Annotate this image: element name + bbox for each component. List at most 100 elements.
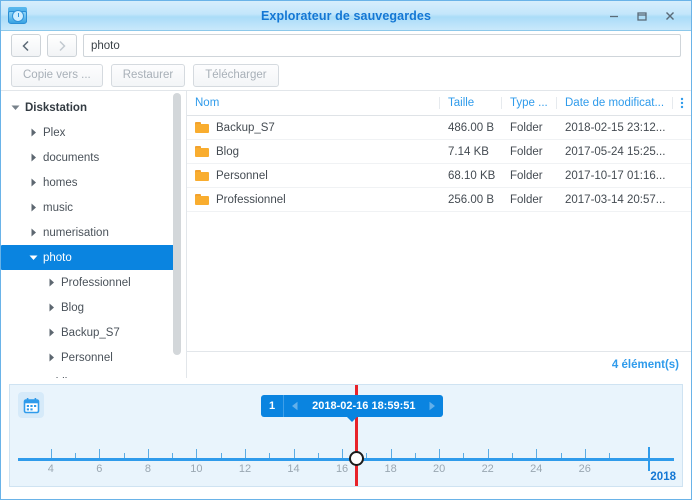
file-list-panel: Nom Taille Type ... Date de modificat...…: [187, 91, 691, 378]
sidebar-item-professionnel[interactable]: Professionnel: [1, 270, 186, 295]
timeline-tick: [99, 449, 101, 458]
file-name: Backup_S7: [216, 121, 275, 134]
file-date: 2018-02-15 23:12...: [565, 121, 666, 134]
timeline-tick: [584, 449, 586, 458]
sidebar-item-blog[interactable]: Blog: [1, 295, 186, 320]
sidebar-item-label: documents: [43, 151, 100, 164]
address-bar: [1, 31, 691, 60]
chevron-down-icon[interactable]: [7, 104, 23, 111]
copy-to-button[interactable]: Copie vers ...: [11, 63, 103, 87]
sidebar-item-backup-s7[interactable]: Backup_S7: [1, 320, 186, 345]
sidebar-item-label: public: [41, 377, 73, 379]
timeline-tick-label: 20: [433, 463, 446, 475]
chevron-right-icon[interactable]: [43, 328, 59, 337]
folder-icon: [195, 146, 209, 157]
chevron-right-icon[interactable]: [25, 153, 41, 162]
folder-icon: [195, 122, 209, 133]
timeline-tick: [147, 449, 149, 458]
window-title: Explorateur de sauvegardes: [260, 8, 432, 23]
sidebar-item-label: Blog: [61, 301, 85, 314]
timeline-ruler[interactable]: [18, 458, 674, 461]
table-row[interactable]: Professionnel 256.00 B Folder 2017-03-14 20…: [187, 188, 691, 212]
backup-folder-clock-icon: [7, 5, 29, 27]
timeline-tick-label: 4: [47, 463, 54, 475]
sidebar-scrollbar-thumb[interactable]: [173, 93, 181, 355]
sidebar-item-label: numerisation: [43, 226, 109, 239]
table-row[interactable]: Personnel 68.10 KB Folder 2017-10-17 01:16.…: [187, 164, 691, 188]
restore-button[interactable]: Restaurer: [110, 63, 186, 87]
item-count-label: 4 élément(s): [187, 351, 691, 378]
timeline-tick: [244, 449, 246, 458]
chevron-right-icon[interactable]: [25, 203, 41, 212]
timeline-tick: [487, 449, 489, 458]
chevron-right-icon[interactable]: [25, 128, 41, 137]
timeline-tick: [293, 449, 295, 458]
folder-icon: [195, 170, 209, 181]
file-type: Folder: [510, 193, 543, 206]
timeline-track[interactable]: 1 2018-02-16 18:59:51 4 6 8 10 12 14 16 18 20 22 2…: [9, 384, 683, 487]
timeline-tick-label: 8: [144, 463, 151, 475]
sidebar-item-label: Professionnel: [61, 276, 131, 289]
chevron-right-icon[interactable]: [43, 278, 59, 287]
window-controls: [601, 5, 691, 27]
file-name: Personnel: [216, 169, 268, 182]
sidebar-item-homes[interactable]: homes: [1, 170, 186, 195]
column-options-icon[interactable]: [673, 96, 691, 110]
folder-tree-sidebar: Diskstation Plex documents homes music numeri…: [1, 91, 187, 378]
snapshot-navigator: 1 2018-02-16 18:59:51: [261, 395, 444, 422]
timeline-panel: 1 2018-02-16 18:59:51 4 6 8 10 12 14 16 18 20 22 2…: [1, 378, 691, 495]
close-icon[interactable]: [657, 5, 683, 27]
table-row[interactable]: Backup_S7 486.00 B Folder 2018-02-15 23:12.…: [187, 116, 691, 140]
timeline-tick-label: 6: [96, 463, 103, 475]
column-header-date[interactable]: Date de modificat...: [557, 97, 673, 109]
calendar-icon[interactable]: [18, 392, 44, 418]
back-button[interactable]: [11, 34, 41, 57]
file-list-header: Nom Taille Type ... Date de modificat...: [187, 91, 691, 116]
sidebar-item-documents[interactable]: documents: [1, 145, 186, 170]
chevron-right-icon[interactable]: [25, 228, 41, 237]
snapshot-index: 1: [261, 395, 285, 417]
triangle-left-icon[interactable]: [284, 401, 306, 411]
file-name: Blog: [216, 145, 240, 158]
timeline-tick-labels: 4 6 8 10 12 14 16 18 20 22 24 26: [18, 463, 674, 477]
timeline-tick-label: 24: [530, 463, 543, 475]
path-input[interactable]: [83, 34, 681, 57]
chevron-right-icon[interactable]: [43, 353, 59, 362]
column-header-size[interactable]: Taille: [440, 97, 502, 109]
column-header-type[interactable]: Type ...: [502, 97, 557, 109]
chevron-down-icon[interactable]: [25, 254, 41, 261]
download-button[interactable]: Télécharger: [193, 63, 279, 87]
backup-explorer-window: Explorateur de sauvegardes Copie vers ..…: [0, 0, 692, 500]
triangle-right-icon[interactable]: [421, 401, 443, 411]
sidebar-item-numerisation[interactable]: numerisation: [1, 220, 186, 245]
timeline-tick-label: 18: [384, 463, 397, 475]
year-label: 2018: [650, 471, 676, 483]
file-date: 2017-05-24 15:25...: [565, 145, 666, 158]
file-size: 486.00 B: [448, 121, 495, 134]
sidebar-item-photo[interactable]: photo: [1, 245, 178, 270]
table-row[interactable]: Blog 7.14 KB Folder 2017-05-24 15:25...: [187, 140, 691, 164]
sidebar-item-label: photo: [43, 251, 72, 264]
sidebar-item-public[interactable]: public: [1, 370, 186, 379]
timeline-tick: [50, 449, 52, 458]
sidebar-item-diskstation[interactable]: Diskstation: [1, 95, 186, 120]
timeline-tick-label: 14: [287, 463, 300, 475]
timeline-marker-handle[interactable]: [349, 451, 364, 466]
column-header-name[interactable]: Nom: [187, 97, 440, 109]
sidebar-item-label: homes: [43, 176, 78, 189]
chevron-right-icon[interactable]: [25, 178, 41, 187]
timeline-tick: [439, 449, 441, 458]
maximize-icon[interactable]: [629, 5, 655, 27]
timeline-tick-label: 10: [190, 463, 203, 475]
sidebar-item-personnel[interactable]: Personnel: [1, 345, 186, 370]
folder-icon: [195, 194, 209, 205]
forward-button[interactable]: [47, 34, 77, 57]
sidebar-item-music[interactable]: music: [1, 195, 186, 220]
file-date: 2017-10-17 01:16...: [565, 169, 666, 182]
sidebar-item-label: music: [43, 201, 74, 214]
selected-date-label: 2018-02-16 18:59:51: [312, 400, 416, 412]
sidebar-item-plex[interactable]: Plex: [1, 120, 186, 145]
sidebar-item-label: Diskstation: [25, 101, 87, 114]
chevron-right-icon[interactable]: [43, 303, 59, 312]
minimize-icon[interactable]: [601, 5, 627, 27]
